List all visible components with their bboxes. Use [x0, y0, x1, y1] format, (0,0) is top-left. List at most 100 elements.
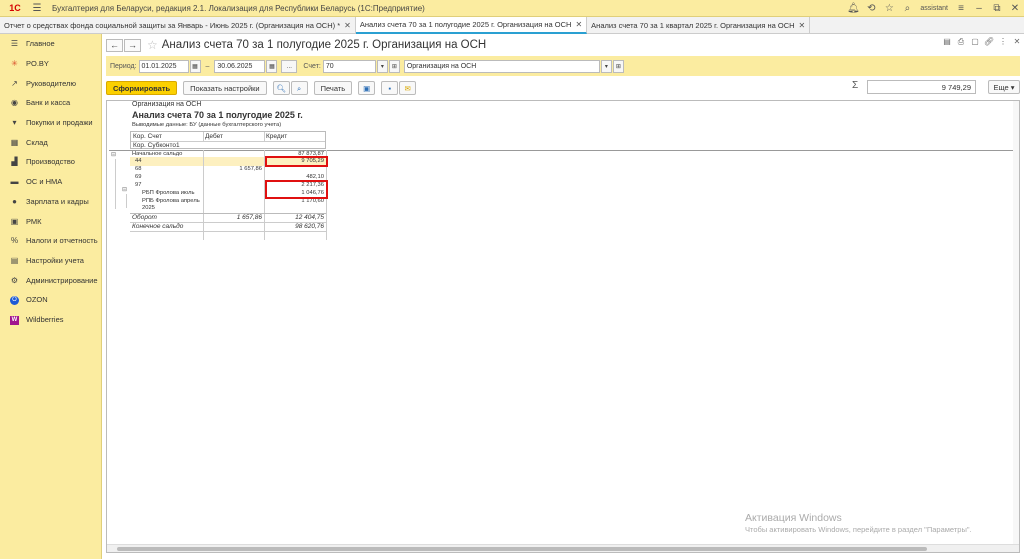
favorite-star-icon[interactable]: ☆: [147, 38, 158, 52]
row-label: 68: [135, 166, 142, 172]
collapse-icon[interactable]: ⊟: [122, 186, 127, 193]
restore-icon[interactable]: ⧉: [988, 3, 1006, 14]
preview-icon[interactable]: ▣: [358, 81, 376, 95]
user-name[interactable]: assistant: [916, 5, 952, 12]
vertical-scrollbar[interactable]: [1013, 101, 1019, 544]
scrollbar-thumb[interactable]: [117, 547, 927, 551]
print-button[interactable]: Печать: [313, 81, 353, 95]
show-settings-button[interactable]: Показать настройки: [183, 81, 267, 95]
sidebar-item-poby[interactable]: ✳ PO.BY: [0, 54, 101, 74]
dropdown-icon[interactable]: ▾: [376, 59, 388, 73]
sidebar: ☰ Главное ✳ PO.BY ↗ Руководителю ◉ Банк и ка…: [0, 34, 102, 559]
tab-bar: Отчет о средствах фонда социальной защит…: [0, 17, 1024, 34]
sidebar-item-label: Склад: [26, 137, 48, 147]
open-icon[interactable]: ⊞: [388, 59, 400, 73]
sidebar-item-accounting-settings[interactable]: ▤ Настройки учета: [0, 251, 101, 271]
close-tab-icon[interactable]: ✕: [799, 21, 806, 30]
close-tab-icon[interactable]: ✕: [344, 21, 351, 30]
close-icon[interactable]: ✕: [1006, 3, 1024, 14]
close-tab-icon[interactable]: ✕: [575, 20, 582, 29]
sidebar-item-production[interactable]: ▟ Производство: [0, 152, 101, 172]
row-label: 44: [135, 158, 142, 164]
collapse-icon[interactable]: ⊟: [111, 151, 116, 158]
sidebar-item-salary[interactable]: ● Зарплата и кадры: [0, 192, 101, 212]
sidebar-item-purchases[interactable]: ▾ Покупки и продажи: [0, 113, 101, 133]
turnover-credit: 12 404,75: [295, 214, 324, 221]
sidebar-item-main[interactable]: ☰ Главное: [0, 34, 101, 54]
row-label: 97: [135, 182, 142, 188]
history-icon[interactable]: ⟲: [862, 3, 880, 14]
truck-icon: ▬: [10, 177, 19, 187]
sidebar-item-wildberries[interactable]: W Wildberries: [0, 310, 101, 330]
sidebar-item-label: PO.BY: [26, 59, 49, 69]
sidebar-item-bank[interactable]: ◉ Банк и касса: [0, 93, 101, 113]
send-icon[interactable]: ✉: [399, 81, 417, 95]
horizontal-scrollbar[interactable]: [107, 544, 1019, 552]
grid-line: [109, 150, 1017, 151]
tab-fszn-report[interactable]: Отчет о средствах фонда социальной защит…: [0, 17, 356, 34]
report-sheet[interactable]: Организация на ОСН Анализ счета 70 за 1 …: [106, 100, 1020, 553]
turnover-debit: 1 657,86: [236, 214, 262, 221]
save-icon[interactable]: ▪: [381, 81, 399, 95]
find-icon[interactable]: 🔍︎: [272, 81, 290, 95]
organization-field[interactable]: Организация на ОСН: [403, 59, 600, 73]
closing-credit: 98 620,76: [295, 223, 324, 230]
grid-line: [203, 150, 204, 240]
col-debit: Дебет: [205, 133, 223, 140]
preview-icon[interactable]: ▢: [968, 37, 982, 47]
tab-analysis-70-h1[interactable]: Анализ счета 70 за 1 полугодие 2025 г. О…: [355, 17, 588, 34]
search-icon[interactable]: ⌕: [898, 3, 916, 14]
calendar-icon[interactable]: ▦: [189, 59, 201, 73]
forward-button[interactable]: →: [124, 38, 141, 52]
bell-icon[interactable]: 🔔︎: [844, 3, 862, 14]
sidebar-item-label: Wildberries: [26, 314, 64, 324]
factory-icon: ▟: [11, 157, 18, 167]
date-to-field[interactable]: 30.06.2025: [214, 59, 266, 73]
app-title: Бухгалтерия для Беларуси, редакция 2.1. …: [52, 3, 425, 13]
menu-icon: ☰: [10, 39, 19, 49]
save-icon[interactable]: ▤: [940, 37, 954, 47]
dropdown-icon[interactable]: ▾: [600, 59, 612, 73]
logo-1c: 1С: [9, 3, 21, 13]
row-debit: 1 657,86: [239, 166, 262, 172]
tab-analysis-70-q1[interactable]: Анализ счета 70 за 1 квартал 2025 г. Орг…: [587, 17, 811, 34]
sidebar-item-label: Налоги и отчетность: [26, 236, 98, 246]
settings-icon: ▤: [10, 255, 19, 265]
sidebar-item-administration[interactable]: ⚙ Администрирование: [0, 270, 101, 290]
account-field[interactable]: 70: [322, 59, 376, 73]
generate-button[interactable]: Сформировать: [106, 81, 178, 95]
more-button[interactable]: Еще ▾: [988, 80, 1020, 94]
action-bar: Сформировать Показать настройки 🔍︎ ⌕ Печ…: [106, 80, 1020, 96]
title-bar: 1С ☰ Бухгалтерия для Беларуси, редакция …: [0, 0, 1024, 17]
main-menu-icon[interactable]: ☰: [30, 3, 44, 14]
minimize-icon[interactable]: –: [970, 3, 988, 14]
open-icon[interactable]: ⊞: [612, 59, 624, 73]
ozon-icon: O: [8, 294, 21, 306]
sidebar-item-rmk[interactable]: ▣ РМК: [0, 211, 101, 231]
date-from-field[interactable]: 01.01.2025: [138, 59, 189, 73]
sidebar-item-assets[interactable]: ▬ ОС и НМА: [0, 172, 101, 192]
close-form-icon[interactable]: ✕: [1010, 37, 1024, 47]
report-title: Анализ счета 70 за 1 полугодие 2025 г.: [132, 110, 303, 120]
sidebar-item-label: Зарплата и кадры: [26, 196, 89, 206]
star-icon[interactable]: ☆: [880, 3, 898, 14]
sidebar-item-ozon[interactable]: O OZON: [0, 290, 101, 310]
settings-menu-icon[interactable]: ≡: [952, 3, 970, 14]
calendar-icon[interactable]: ▦: [266, 59, 278, 73]
col-credit: Кредит: [266, 133, 288, 140]
back-button[interactable]: ←: [106, 38, 123, 52]
link-icon[interactable]: 🔗︎: [982, 37, 996, 47]
tab-label: Анализ счета 70 за 1 квартал 2025 г. Орг…: [591, 21, 795, 30]
print-icon[interactable]: ⎙: [954, 37, 968, 47]
sidebar-item-warehouse[interactable]: ▦ Склад: [0, 132, 101, 152]
find-next-icon[interactable]: ⌕: [290, 81, 308, 95]
more-label: Еще: [993, 83, 1009, 92]
wildberries-icon: W: [10, 315, 19, 325]
more-vert-icon[interactable]: ⋮: [996, 37, 1010, 47]
sidebar-item-taxes[interactable]: % Налоги и отчетность: [0, 231, 101, 251]
register-icon: ▣: [10, 216, 19, 226]
period-select-button[interactable]: ...: [281, 59, 298, 73]
sidebar-item-director[interactable]: ↗ Руководителю: [0, 73, 101, 93]
sum-field: 9 749,29: [867, 80, 976, 94]
form-title: Анализ счета 70 за 1 полугодие 2025 г. О…: [161, 39, 487, 51]
